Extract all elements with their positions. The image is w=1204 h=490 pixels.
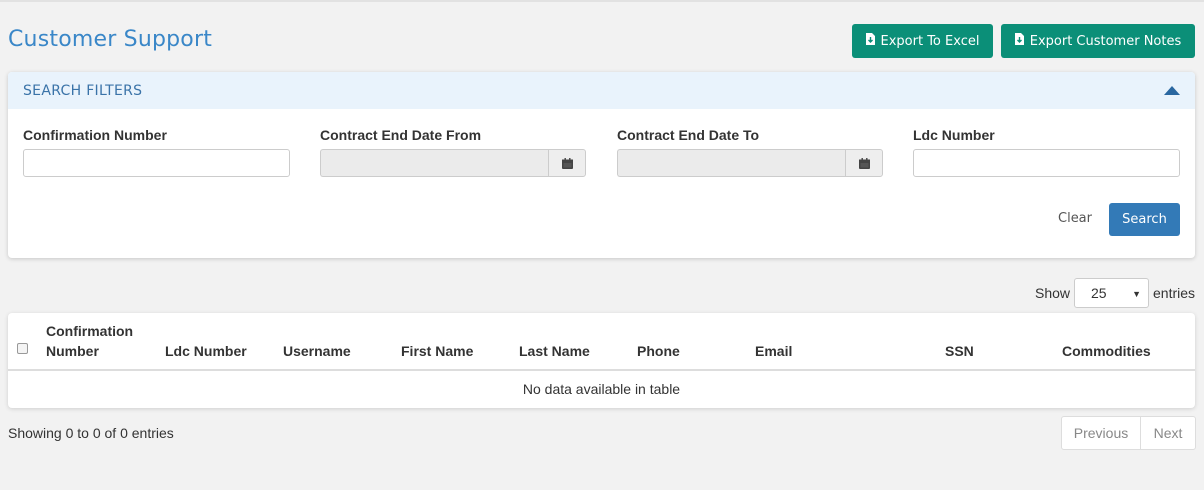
confirmation-number-input[interactable] (23, 149, 290, 177)
pagination: Previous Next (1061, 416, 1196, 450)
table-info: Showing 0 to 0 of 0 entries (8, 425, 174, 441)
top-border (0, 0, 1204, 2)
contract-end-date-to-label: Contract End Date To (617, 127, 760, 143)
column-header-phone[interactable]: Phone (637, 341, 680, 361)
entries-per-page-value: 25 (1091, 285, 1107, 301)
column-header-username[interactable]: Username (283, 341, 351, 361)
file-download-icon (1014, 33, 1024, 49)
empty-table-message: No data available in table (522, 381, 681, 397)
column-header-commodities[interactable]: Commodities (1062, 341, 1151, 361)
page-title: Customer Support (8, 27, 213, 52)
contract-end-date-to-group (617, 149, 883, 177)
export-customer-notes-label: Export Customer Notes (1029, 33, 1182, 49)
ldc-number-input[interactable] (913, 149, 1180, 177)
column-header-email[interactable]: Email (755, 341, 792, 361)
collapse-caret-icon[interactable] (1164, 86, 1180, 95)
ldc-number-label: Ldc Number (913, 127, 995, 143)
contract-end-date-from-label: Contract End Date From (320, 127, 482, 143)
export-to-excel-button[interactable]: Export To Excel (852, 24, 993, 58)
clear-button[interactable]: Clear (1058, 211, 1092, 226)
entries-per-page-select[interactable]: 25 ▼ (1074, 278, 1149, 308)
search-button[interactable]: Search (1109, 203, 1180, 236)
column-header-confirmation-number[interactable]: Confirmation Number (46, 321, 146, 361)
search-filters-panel: SEARCH FILTERS Confirmation Number Contr… (8, 72, 1195, 258)
results-table: Confirmation Number Ldc Number Username … (8, 313, 1195, 408)
entries-label: entries (1153, 285, 1196, 301)
contract-end-date-from-input[interactable] (320, 149, 548, 177)
next-page-button[interactable]: Next (1141, 417, 1195, 449)
column-header-last-name[interactable]: Last Name (519, 341, 590, 361)
column-header-ssn[interactable]: SSN (945, 341, 974, 361)
file-download-icon (865, 33, 875, 49)
calendar-icon[interactable] (548, 149, 586, 177)
select-all-checkbox[interactable] (17, 343, 28, 354)
chevron-down-icon: ▼ (1132, 289, 1141, 299)
export-customer-notes-button[interactable]: Export Customer Notes (1001, 24, 1195, 58)
search-filters-header[interactable]: SEARCH FILTERS (8, 72, 1195, 109)
previous-page-button[interactable]: Previous (1062, 417, 1141, 449)
column-header-ldc-number[interactable]: Ldc Number (165, 341, 247, 361)
search-filters-title: SEARCH FILTERS (23, 82, 143, 99)
export-to-excel-label: Export To Excel (880, 33, 980, 49)
column-header-first-name[interactable]: First Name (401, 341, 473, 361)
show-label: Show (1035, 285, 1071, 301)
contract-end-date-from-group (320, 149, 586, 177)
calendar-icon[interactable] (845, 149, 883, 177)
contract-end-date-to-input[interactable] (617, 149, 845, 177)
table-header: Confirmation Number Ldc Number Username … (8, 313, 1195, 371)
confirmation-number-label: Confirmation Number (23, 127, 167, 143)
